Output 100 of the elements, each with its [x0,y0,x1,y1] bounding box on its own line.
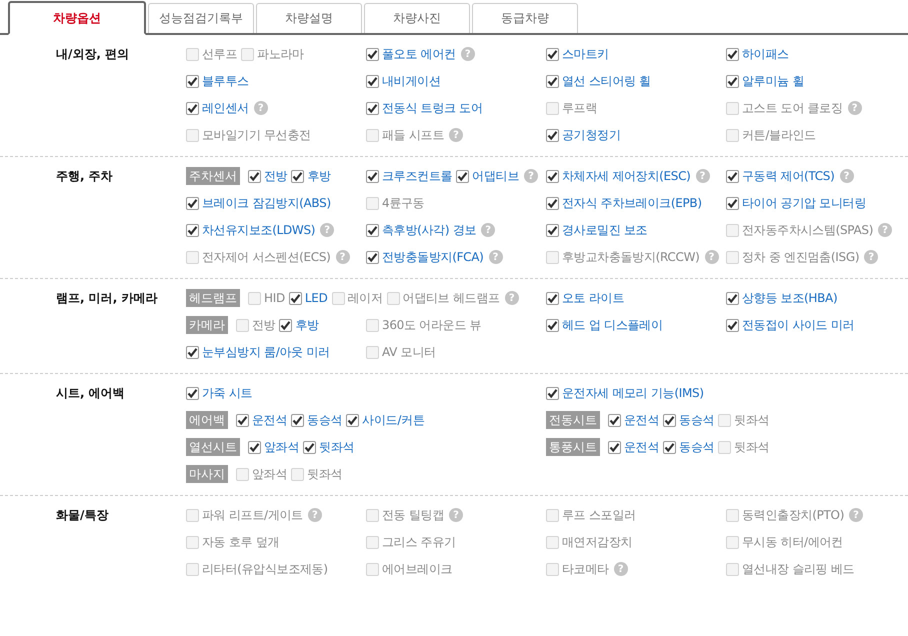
checkbox[interactable] [546,292,559,304]
checkbox[interactable] [248,292,261,304]
checkbox[interactable] [366,170,379,182]
checkbox[interactable] [546,536,559,548]
checkbox[interactable] [366,536,379,548]
checkbox[interactable] [546,562,559,576]
checkbox[interactable] [236,318,249,332]
checkbox[interactable] [546,508,559,522]
checkbox[interactable] [726,128,739,142]
checkbox[interactable] [186,74,199,88]
help-icon[interactable]: ? [449,508,464,522]
tab[interactable]: 차량옵션 [8,1,146,35]
checkbox[interactable] [186,196,199,210]
help-icon[interactable]: ? [524,169,538,183]
checkbox[interactable] [726,196,739,210]
checkbox[interactable] [346,414,360,426]
checkbox[interactable] [726,102,739,114]
tab[interactable]: 차량설명 [256,3,362,33]
checkbox[interactable] [291,468,304,480]
checkbox[interactable] [663,414,676,426]
checkbox[interactable] [366,224,379,236]
checkbox[interactable] [726,74,739,88]
help-icon[interactable]: ? [308,508,322,522]
help-icon[interactable]: ? [336,250,350,264]
help-icon[interactable]: ? [320,223,334,237]
checkbox[interactable] [726,536,739,548]
checkbox[interactable] [608,414,621,426]
checkbox[interactable] [386,292,400,304]
checkbox[interactable] [366,508,379,522]
tab[interactable]: 동급차량 [472,3,578,33]
help-icon[interactable]: ? [460,47,475,61]
checkbox[interactable] [366,318,379,332]
checkbox[interactable] [546,102,559,114]
help-icon[interactable]: ? [614,562,628,576]
checkbox[interactable] [186,224,199,236]
help-icon[interactable]: ? [488,250,503,264]
checkbox[interactable] [332,292,345,304]
checkbox[interactable] [726,562,739,576]
checkbox[interactable] [186,128,199,142]
checkbox[interactable] [366,562,379,576]
checkbox[interactable] [366,196,379,210]
checkbox[interactable] [248,440,261,454]
checkbox[interactable] [663,440,676,454]
help-icon[interactable]: ? [848,101,862,115]
checkbox[interactable] [726,250,739,264]
help-icon[interactable]: ? [840,169,854,183]
checkbox[interactable] [546,128,559,142]
checkbox[interactable] [726,170,739,182]
tab[interactable]: 성능점검기록부 [148,3,254,33]
checkbox[interactable] [726,318,739,332]
help-icon[interactable]: ? [696,169,710,183]
checkbox[interactable] [366,346,379,358]
checkbox[interactable] [366,128,379,142]
checkbox[interactable] [546,196,559,210]
help-icon[interactable]: ? [449,128,464,142]
checkbox[interactable] [303,440,316,454]
checkbox[interactable] [291,414,304,426]
checkbox[interactable] [366,48,379,60]
help-icon[interactable]: ? [704,250,719,264]
checkbox[interactable] [718,414,732,426]
help-icon[interactable]: ? [864,250,878,264]
checkbox[interactable] [288,292,302,304]
checkbox[interactable] [546,74,559,88]
checkbox[interactable] [546,250,559,264]
checkbox[interactable] [546,48,559,60]
checkbox[interactable] [291,170,304,182]
option-label: 동력인출장치(PTO) [742,506,844,524]
checkbox[interactable] [546,386,559,400]
checkbox[interactable] [186,346,199,358]
help-icon[interactable]: ? [849,508,864,522]
checkbox[interactable] [236,414,249,426]
help-icon[interactable]: ? [878,223,892,237]
checkbox[interactable] [726,48,739,60]
checkbox[interactable] [608,440,621,454]
checkbox[interactable] [726,292,739,304]
checkbox[interactable] [241,48,254,60]
checkbox[interactable] [546,170,559,182]
checkbox[interactable] [366,102,379,114]
checkbox[interactable] [248,170,261,182]
checkbox[interactable] [186,102,199,114]
checkbox[interactable] [279,318,292,332]
checkbox[interactable] [236,468,249,480]
checkbox[interactable] [186,250,199,264]
help-icon[interactable]: ? [481,223,496,237]
checkbox[interactable] [726,224,739,236]
checkbox[interactable] [186,562,199,576]
help-icon[interactable]: ? [254,101,268,115]
checkbox[interactable] [186,48,199,60]
checkbox[interactable] [456,170,470,182]
checkbox[interactable] [186,536,199,548]
checkbox[interactable] [718,440,732,454]
checkbox[interactable] [726,508,739,522]
help-icon[interactable]: ? [504,291,519,305]
checkbox[interactable] [186,386,199,400]
tab[interactable]: 차량사진 [364,3,470,33]
checkbox[interactable] [546,318,559,332]
checkbox[interactable] [366,250,379,264]
checkbox[interactable] [186,508,199,522]
checkbox[interactable] [546,224,559,236]
checkbox[interactable] [366,74,379,88]
